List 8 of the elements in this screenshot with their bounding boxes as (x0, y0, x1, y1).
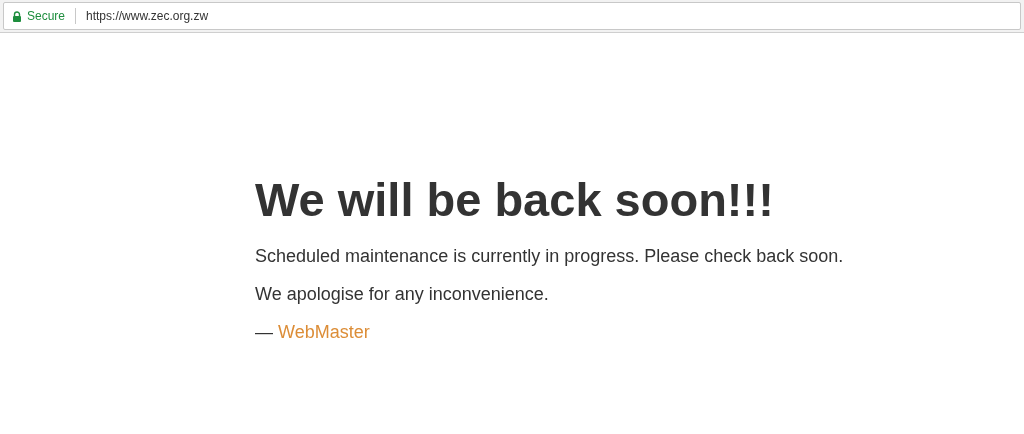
signature: — WebMaster (255, 321, 371, 344)
lock-icon (13, 10, 21, 22)
security-label: Secure (27, 9, 66, 23)
heading: We will be back soon!!! (255, 173, 774, 228)
paragraph: We apologise for any inconvenience. (255, 283, 550, 306)
url-text: https://www.zec.org.zw (86, 9, 209, 23)
paragraph: Scheduled maintenance is currently in progress. Please check back soon. (255, 245, 845, 268)
address-bar[interactable]: Secure https://www.zec.org.zw (3, 2, 1021, 30)
